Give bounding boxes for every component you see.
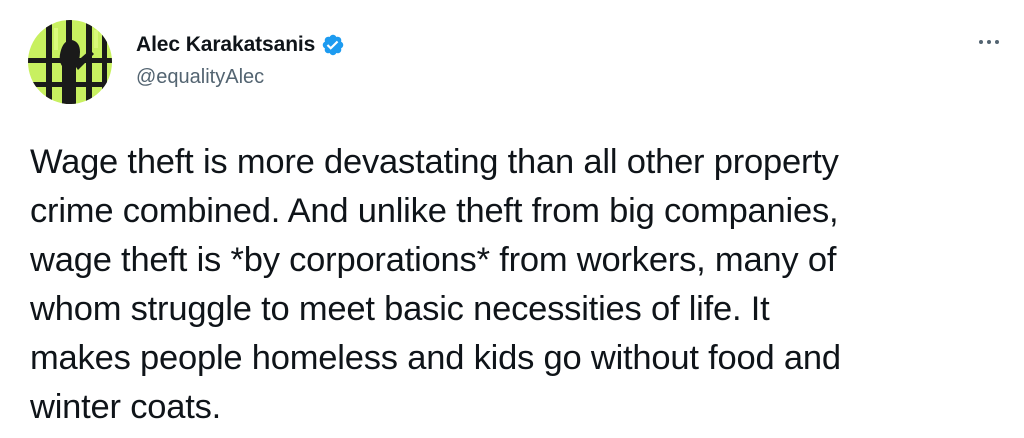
barred-window-avatar-icon <box>28 20 112 104</box>
author-handle[interactable]: @equalityAlec <box>136 66 264 89</box>
tweet-card: Alec Karakatsanis @equalityAlec Wage the… <box>0 0 1024 438</box>
author-display-name[interactable]: Alec Karakatsanis <box>136 33 315 57</box>
verified-badge-icon <box>321 33 345 57</box>
tweet-text: Wage theft is more devastating than all … <box>30 143 841 426</box>
author-name-row: Alec Karakatsanis <box>136 32 345 58</box>
more-horizontal-icon-dot <box>987 40 991 44</box>
more-horizontal-icon-dot <box>995 40 999 44</box>
author-avatar[interactable] <box>28 20 112 104</box>
more-options-button[interactable] <box>972 30 1006 54</box>
more-horizontal-icon <box>979 40 983 44</box>
